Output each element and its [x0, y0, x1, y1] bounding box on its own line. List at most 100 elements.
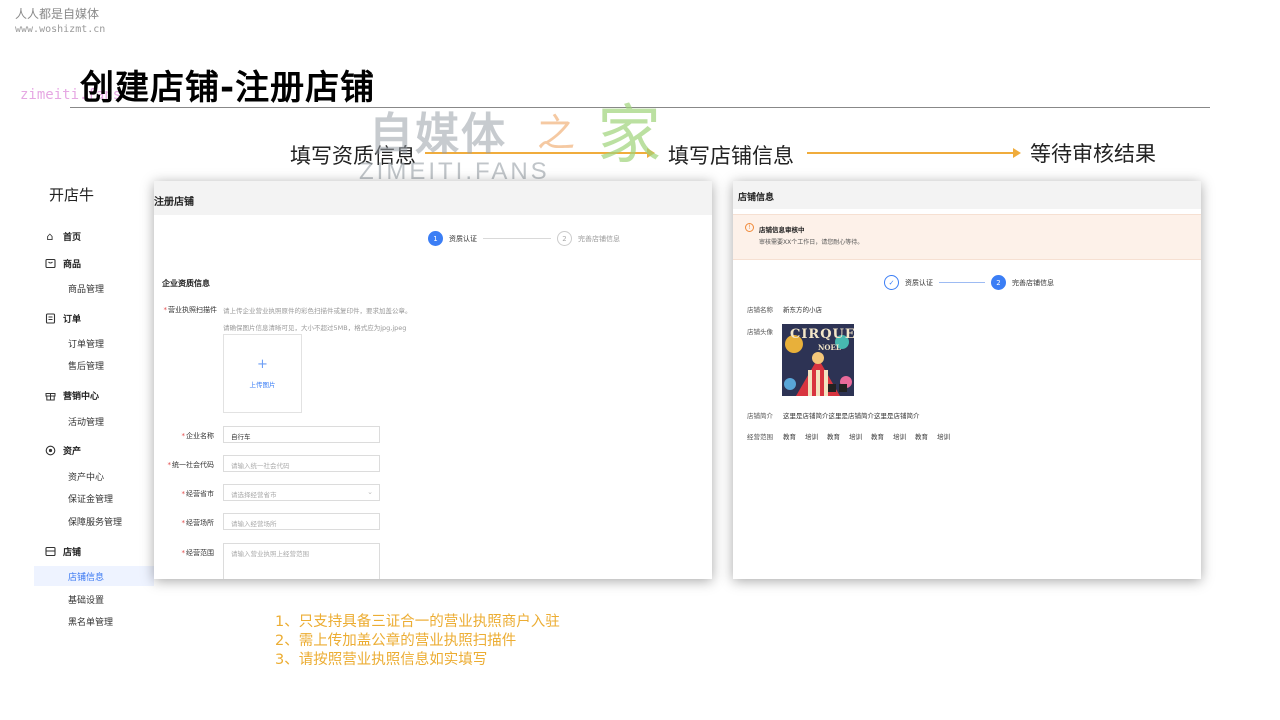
store-panel-header: 店铺信息: [733, 181, 1201, 209]
store-avatar-label: 店铺头像: [747, 328, 773, 336]
step-2-label[interactable]: 完善店铺信息: [578, 234, 620, 244]
step-2-label[interactable]: 完善店铺信息: [1012, 278, 1054, 288]
step-connector: [939, 282, 985, 283]
sidebar-group-asset[interactable]: 资产: [44, 444, 81, 457]
store-avatar-image: CIRQUE NOEL: [782, 324, 854, 396]
qualification-section-title: 企业资质信息: [162, 279, 210, 288]
scope-tag: 教育: [915, 433, 928, 441]
review-notice-title: 店铺信息审核中: [759, 226, 805, 234]
license-hint-1: 请上传企业营业执照原件的彩色扫描件或复印件，要求加盖公章。: [223, 307, 412, 315]
gift-icon: [44, 390, 56, 402]
sidebar-group-label: 首页: [63, 233, 82, 243]
sidebar-item-asset-center[interactable]: 资产中心: [68, 470, 104, 483]
note-1: 1、只支持具备三证合一的营业执照商户入驻: [275, 614, 560, 630]
sidebar-group-store[interactable]: 店铺: [44, 545, 81, 558]
sidebar-group-home[interactable]: ⌂ 首页: [44, 230, 82, 243]
scope-tag: 教育: [783, 433, 796, 441]
store-steps: ✓ 资质认证 2 完善店铺信息: [884, 275, 1060, 290]
register-panel-title: 注册店铺: [154, 197, 194, 208]
scope-tag: 培训: [805, 433, 818, 441]
avatar-title-line1: CIRQUE: [790, 327, 854, 342]
sidebar-group-label: 店铺: [63, 548, 82, 558]
credit-code-input[interactable]: 请输入统一社会代码: [223, 455, 380, 472]
sidebar-item-blacklist[interactable]: 黑名单管理: [68, 615, 113, 628]
step-1-number[interactable]: 1: [428, 231, 443, 246]
register-steps: 1 资质认证 2 完善店铺信息: [428, 231, 626, 246]
province-label: *经营省市: [181, 490, 215, 498]
watermark-logo-jia: 家: [597, 99, 661, 173]
store-scope-tags: 教育 培训 教育 培训 教育 培训 教育 培训: [783, 431, 950, 441]
store-intro-label: 店铺简介: [747, 412, 773, 420]
sidebar-group-marketing[interactable]: 营销中心: [44, 389, 99, 402]
sidebar-item-basic-settings[interactable]: 基础设置: [68, 593, 104, 606]
watermark-logo-cn: 自媒体: [369, 109, 507, 160]
site-watermark: 人人都是自媒体 www.woshizmt.cn: [15, 7, 105, 37]
province-select-placeholder: 请选择经营省市: [231, 491, 277, 499]
sidebar-group-order[interactable]: 订单: [44, 312, 81, 325]
sidebar-item-deposit[interactable]: 保证金管理: [68, 492, 113, 505]
business-scope-textarea[interactable]: 请输入营业执照上经营范围: [223, 543, 380, 579]
requirement-notes: 1、只支持具备三证合一的营业执照商户入驻 2、需上传加盖公章的营业执照扫描件 3…: [275, 613, 560, 670]
sidebar-item-activity[interactable]: 活动管理: [68, 415, 104, 428]
watermark-logo-zhi: 之: [537, 111, 576, 155]
business-scope-label: *经营范围: [181, 549, 215, 557]
product-icon: [44, 258, 56, 270]
step-2-number[interactable]: 2: [991, 275, 1006, 290]
home-icon: ⌂: [46, 230, 54, 243]
scope-tag: 培训: [893, 433, 906, 441]
store-name-label: 店铺名称: [747, 306, 773, 314]
store-panel-title: 店铺信息: [738, 193, 775, 203]
store-scope-label: 经营范围: [747, 433, 773, 441]
scope-tag: 教育: [827, 433, 840, 441]
scope-tag: 教育: [871, 433, 884, 441]
sidebar-item-order-manage[interactable]: 订单管理: [68, 337, 104, 350]
sidebar: 开店牛 ⌂ 首页 商品 商品管理 订单 订单管理 售后管理 营销中心 活动管理 …: [34, 172, 154, 642]
note-3: 3、请按照营业执照信息如实填写: [275, 652, 488, 668]
plus-icon: +: [257, 357, 268, 372]
sidebar-item-store-info[interactable]: 店铺信息: [68, 570, 104, 583]
register-panel-header: 注册店铺: [154, 181, 712, 215]
scope-tag: 培训: [849, 433, 862, 441]
business-place-input[interactable]: 请输入经营场所: [223, 513, 380, 530]
sidebar-group-label: 商品: [63, 260, 82, 270]
sidebar-group-label: 订单: [63, 315, 82, 325]
review-notice-desc: 审核需要XX个工作日，请您耐心等待。: [759, 239, 864, 246]
license-label: *营业执照扫描件: [163, 306, 218, 314]
store-intro-value: 这里是店铺简介这里是店铺简介这里是店铺简介: [783, 412, 920, 420]
upload-label: 上传图片: [249, 381, 276, 389]
review-notice: ! 店铺信息审核中 审核需要XX个工作日，请您耐心等待。: [733, 214, 1201, 260]
company-name-input[interactable]: 自行车: [223, 426, 380, 443]
scope-tag: 培训: [937, 433, 950, 441]
company-name-label: *企业名称: [181, 432, 215, 440]
credit-code-label: *统一社会代码: [167, 461, 215, 469]
order-icon: [44, 313, 56, 325]
step-1-label[interactable]: 资质认证: [905, 278, 933, 288]
sidebar-item-after-sale[interactable]: 售后管理: [68, 359, 104, 372]
sidebar-group-product[interactable]: 商品: [44, 257, 81, 270]
step-1-label[interactable]: 资质认证: [449, 234, 477, 244]
avatar-title-line2: NOEL: [818, 343, 841, 352]
sidebar-item-guarantee[interactable]: 保障服务管理: [68, 515, 122, 528]
site-watermark-url: www.woshizmt.cn: [15, 24, 106, 35]
step-connector: [483, 238, 551, 239]
sidebar-group-label: 资产: [63, 447, 82, 457]
sidebar-brand: 开店牛: [49, 186, 95, 204]
province-select[interactable]: 请选择经营省市 ⌄: [223, 484, 380, 501]
asset-icon: [44, 445, 56, 457]
sidebar-item-product-manage[interactable]: 商品管理: [68, 282, 104, 295]
note-2: 2、需上传加盖公章的营业执照扫描件: [275, 633, 517, 649]
slide-title: 创建店铺-注册店铺: [80, 68, 376, 108]
business-place-label: *经营场所: [181, 519, 215, 527]
info-icon: !: [745, 223, 754, 232]
check-icon[interactable]: ✓: [884, 275, 899, 290]
chevron-down-icon: ⌄: [367, 488, 373, 496]
store-name-value: 新东方的小店: [783, 306, 822, 314]
store-info-panel: 店铺信息 ! 店铺信息审核中 审核需要XX个工作日，请您耐心等待。 ✓ 资质认证…: [733, 181, 1201, 579]
sidebar-group-label: 营销中心: [63, 392, 100, 402]
store-icon: [44, 546, 56, 558]
zimeiti-watermark-logo: 自媒体 之 家 ZIMEITI.FANS: [359, 88, 705, 188]
step-2-number[interactable]: 2: [557, 231, 572, 246]
license-hint-2: 请确保图片信息清晰可见，大小不超过5MB，格式应为jpg,jpeg: [223, 324, 407, 332]
license-upload-box[interactable]: + 上传图片: [223, 334, 302, 413]
flow-step-3: 等待审核结果: [1030, 142, 1156, 166]
